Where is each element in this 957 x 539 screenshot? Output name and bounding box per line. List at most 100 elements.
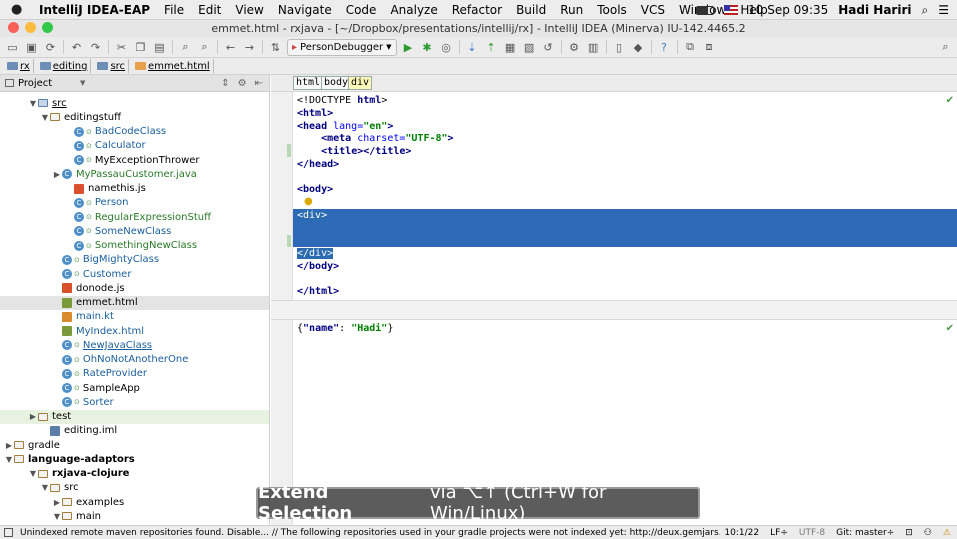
expand-arrow-icon[interactable]: ▼ [40, 483, 50, 492]
tree-item[interactable]: C ⊙ Calculator [0, 139, 269, 153]
open-folder-icon[interactable]: ▭ [3, 39, 22, 56]
input-source-flag-icon[interactable] [724, 5, 739, 15]
split-divider[interactable] [271, 300, 957, 320]
tree-item[interactable]: ▼ language-adaptors [0, 452, 269, 466]
android-icon[interactable]: ◆ [629, 39, 648, 56]
coverage-icon[interactable]: ◎ [437, 39, 456, 56]
tree-item[interactable]: C ⊙ SampleApp [0, 381, 269, 395]
caret-position[interactable]: 10:1/22 [724, 528, 759, 538]
undo-icon[interactable]: ↶ [67, 39, 86, 56]
path-tag-div[interactable]: div [348, 76, 373, 90]
redo-icon[interactable]: ↷ [86, 39, 105, 56]
chevron-down-icon[interactable]: ▼ [80, 79, 85, 87]
tree-item[interactable]: ▶ gradle [0, 438, 269, 452]
help-icon[interactable]: ? [655, 39, 674, 56]
tree-item[interactable]: C ⊙ SomethingNewClass [0, 239, 269, 253]
tree-item[interactable]: ▶ examples [0, 495, 269, 509]
make-project-icon[interactable]: ⇅ [266, 39, 285, 56]
vcs-revert-icon[interactable]: ↺ [539, 39, 558, 56]
code-line[interactable]: </html> [297, 285, 339, 298]
tree-item[interactable]: MyIndex.html [0, 324, 269, 338]
tree-item[interactable]: ▼ main [0, 509, 269, 523]
expand-arrow-icon[interactable]: ▼ [52, 512, 62, 521]
search-everywhere-icon[interactable]: ⌕ [936, 39, 955, 56]
expand-arrow-icon[interactable]: ▼ [4, 455, 14, 464]
save-all-icon[interactable]: ▣ [22, 39, 41, 56]
tree-item[interactable]: editing.iml [0, 424, 269, 438]
battery-icon[interactable] [696, 5, 717, 15]
tree-item[interactable]: donode.js [0, 281, 269, 295]
collapse-arrow-icon[interactable]: ▶ [4, 441, 14, 450]
replace-icon[interactable]: ⌕ [195, 39, 214, 56]
menu-analyze[interactable]: Analyze [390, 3, 437, 17]
tree-item[interactable]: ▼ src [0, 96, 269, 110]
app-name[interactable]: IntelliJ IDEA-EAP [39, 3, 150, 17]
breadcrumb-item[interactable]: src [94, 59, 130, 73]
vcs-branch[interactable]: Git: master÷ [836, 528, 894, 538]
status-message[interactable]: Unindexed remote maven repositories foun… [20, 528, 720, 538]
code-line[interactable]: <head lang="en"> [297, 120, 393, 133]
expand-arrow-icon[interactable]: ▼ [28, 469, 38, 478]
menu-view[interactable]: View [235, 3, 263, 17]
synchronize-icon[interactable]: ⟳ [41, 39, 60, 56]
inspection-ok-icon[interactable]: ✔ [946, 323, 954, 334]
breadcrumb-item[interactable]: rx [4, 59, 34, 73]
copy-icon[interactable]: ❐ [131, 39, 150, 56]
path-tag-html[interactable]: html [293, 76, 324, 90]
project-view-selector[interactable]: Project [18, 78, 52, 89]
zoom-window-button[interactable] [42, 22, 53, 33]
code-line[interactable]: <meta charset="UTF-8"> [297, 132, 453, 145]
minimize-window-button[interactable] [25, 22, 36, 33]
debug-icon[interactable]: ✱ [418, 39, 437, 56]
tree-item[interactable]: C ⊙ NewJavaClass [0, 338, 269, 352]
code-line[interactable]: <!DOCTYPE html> [297, 94, 387, 107]
close-window-button[interactable] [8, 22, 19, 33]
forward-icon[interactable]: → [240, 39, 259, 56]
cut-icon[interactable]: ✂ [112, 39, 131, 56]
menu-refactor[interactable]: Refactor [452, 3, 502, 17]
tree-item[interactable]: C ⊙ RateProvider [0, 367, 269, 381]
tree-item[interactable]: ▼ editingstuff [0, 110, 269, 124]
tree-item[interactable]: ▼ src [0, 481, 269, 495]
vcs-update-icon[interactable]: ⇣ [463, 39, 482, 56]
breadcrumb-item[interactable]: emmet.html [132, 59, 214, 73]
presentation-icon[interactable]: ⧉ [681, 39, 700, 56]
code-line[interactable]: </body> [297, 260, 339, 273]
tree-item[interactable]: C ⊙ BadCodeClass [0, 125, 269, 139]
inspection-ok-icon[interactable]: ✔ [946, 95, 954, 106]
menu-vcs[interactable]: VCS [641, 3, 665, 17]
menu-navigate[interactable]: Navigate [278, 3, 332, 17]
vcs-history-icon[interactable]: ▧ [520, 39, 539, 56]
menu-code[interactable]: Code [346, 3, 377, 17]
edu-icon[interactable]: ⧈ [700, 39, 719, 56]
tree-item[interactable]: main.kt [0, 310, 269, 324]
sdk-manager-icon[interactable]: ▯ [610, 39, 629, 56]
spotlight-search-icon[interactable]: ⌕ [922, 3, 929, 18]
menu-tools[interactable]: Tools [597, 3, 627, 17]
run-icon[interactable]: ▶ [399, 39, 418, 56]
json-editor[interactable]: {"name": "Hadi"} [297, 323, 393, 334]
vcs-compare-icon[interactable]: ▦ [501, 39, 520, 56]
notification-center-icon[interactable]: ☰ [938, 3, 949, 17]
collapse-arrow-icon[interactable]: ▶ [52, 498, 62, 507]
collapse-all-icon[interactable]: ⇕ [221, 78, 229, 89]
path-tag-body[interactable]: body [321, 76, 352, 90]
code-line[interactable]: <body> [297, 183, 333, 196]
back-icon[interactable]: ← [221, 39, 240, 56]
collapse-arrow-icon[interactable]: ▶ [28, 412, 38, 421]
code-line[interactable]: </head> [297, 158, 339, 171]
tree-item[interactable]: C ⊙ SomeNewClass [0, 224, 269, 238]
code-line[interactable]: <div> [297, 209, 328, 222]
breadcrumb-item[interactable]: editing [37, 59, 92, 73]
settings-icon[interactable]: ⚙ [565, 39, 584, 56]
code-line[interactable]: <title></title> [297, 145, 411, 158]
intention-bulb-icon[interactable]: ● [304, 196, 313, 207]
tree-item[interactable]: ▶ C MyPassauCustomer.java [0, 167, 269, 181]
menu-file[interactable]: File [164, 3, 184, 17]
code-editor[interactable]: <!DOCTYPE html> <html> <head lang="en"> <m… [271, 92, 957, 300]
hide-panel-icon[interactable]: ⇤ [255, 78, 263, 89]
expand-arrow-icon[interactable]: ▼ [28, 99, 38, 108]
apple-icon[interactable]: ● [11, 2, 27, 17]
file-encoding[interactable]: UTF-8 [799, 528, 825, 538]
line-separator[interactable]: LF÷ [770, 528, 788, 538]
